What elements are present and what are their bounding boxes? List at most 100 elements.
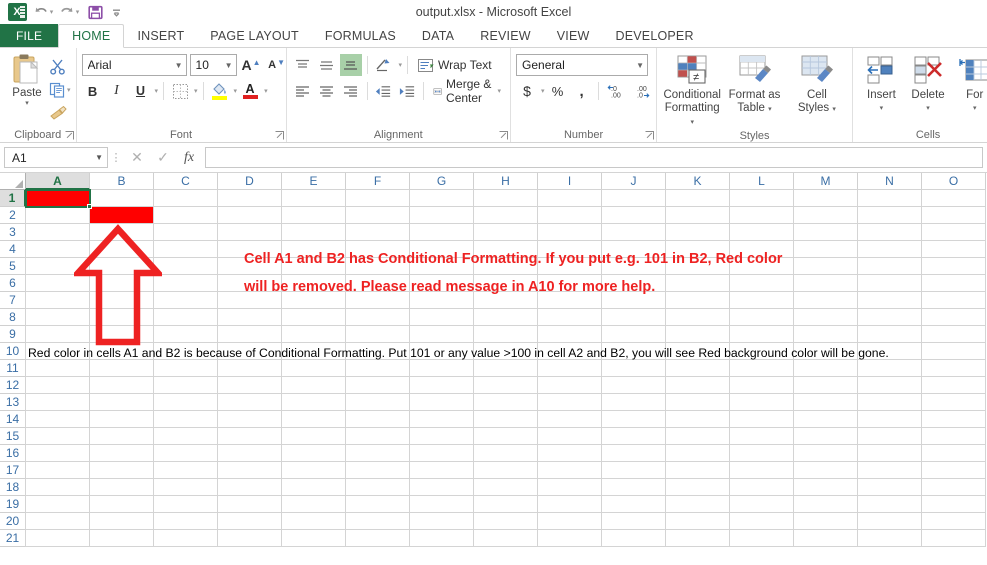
format-cells-button[interactable]: For ▾ xyxy=(951,51,987,115)
column-header-m[interactable]: M xyxy=(794,173,858,190)
fill-color-button[interactable] xyxy=(209,80,231,102)
font-dialog-launcher[interactable] xyxy=(275,131,284,140)
merge-center-caret-icon[interactable]: ▾ xyxy=(498,87,502,95)
tab-view[interactable]: VIEW xyxy=(544,24,603,47)
orientation-button[interactable] xyxy=(373,54,396,76)
alignment-dialog-launcher[interactable] xyxy=(499,131,509,140)
name-box-caret-icon[interactable]: ▼ xyxy=(95,153,103,162)
column-header-a[interactable]: A xyxy=(26,173,90,190)
row-header-11[interactable]: 11 xyxy=(0,360,26,377)
orientation-caret-icon[interactable]: ▾ xyxy=(399,61,403,69)
decrease-font-size-button[interactable]: A ▼ xyxy=(266,54,288,76)
row-header-4[interactable]: 4 xyxy=(0,241,26,258)
row-header-21[interactable]: 21 xyxy=(0,530,26,547)
delete-cells-button[interactable]: Delete ▾ xyxy=(905,51,952,115)
undo-icon[interactable]: ▾ xyxy=(30,1,56,23)
font-color-caret-icon[interactable]: ▾ xyxy=(264,87,268,95)
row-header-18[interactable]: 18 xyxy=(0,479,26,496)
accounting-format-button[interactable]: $ xyxy=(516,80,538,102)
row-header-14[interactable]: 14 xyxy=(0,411,26,428)
row-header-9[interactable]: 9 xyxy=(0,326,26,343)
row-header-6[interactable]: 6 xyxy=(0,275,26,292)
decrease-indent-button[interactable] xyxy=(372,80,394,102)
borders-caret-icon[interactable]: ▾ xyxy=(194,87,198,95)
copy-caret-icon[interactable]: ▾ xyxy=(67,86,71,94)
format-cells-caret-icon[interactable]: ▾ xyxy=(973,102,977,115)
merge-center-button[interactable]: Merge & Center ▾ xyxy=(429,77,505,105)
column-header-l[interactable]: L xyxy=(730,173,794,190)
tab-data[interactable]: DATA xyxy=(409,24,467,47)
clipboard-dialog-launcher[interactable] xyxy=(65,131,74,140)
row-header-16[interactable]: 16 xyxy=(0,445,26,462)
font-color-button[interactable]: A xyxy=(239,80,261,102)
tab-formulas[interactable]: FORMULAS xyxy=(312,24,409,47)
column-header-d[interactable]: D xyxy=(218,173,282,190)
format-painter-button[interactable] xyxy=(49,102,71,123)
align-bottom-button[interactable] xyxy=(339,54,362,76)
undo-caret-icon[interactable]: ▾ xyxy=(50,8,54,16)
redo-caret-icon[interactable]: ▾ xyxy=(76,8,80,16)
column-header-k[interactable]: K xyxy=(666,173,730,190)
underline-caret-icon[interactable]: ▾ xyxy=(155,87,159,95)
cell-b2-fill[interactable] xyxy=(90,207,153,223)
select-all-button[interactable] xyxy=(0,173,26,190)
conditional-formatting-button[interactable]: ≠ Conditional Formatting ▾ xyxy=(662,51,722,129)
italic-button[interactable]: I xyxy=(106,80,128,102)
increase-font-size-button[interactable]: A ▲ xyxy=(240,54,263,76)
number-dialog-launcher[interactable] xyxy=(645,131,655,140)
bold-button[interactable]: B xyxy=(82,80,104,102)
borders-button[interactable] xyxy=(169,80,191,102)
copy-button[interactable]: ▾ xyxy=(49,79,71,100)
column-header-c[interactable]: C xyxy=(154,173,218,190)
number-format-caret-icon[interactable]: ▼ xyxy=(636,61,644,70)
fill-handle[interactable] xyxy=(87,204,92,209)
font-size-caret-icon[interactable]: ▼ xyxy=(225,61,233,70)
align-right-button[interactable] xyxy=(340,80,362,102)
row-header-10[interactable]: 10 xyxy=(0,343,26,360)
column-header-i[interactable]: I xyxy=(538,173,602,190)
cell-styles-caret-icon[interactable]: ▾ xyxy=(832,106,836,113)
row-header-19[interactable]: 19 xyxy=(0,496,26,513)
cell-a10-text[interactable]: Red color in cells A1 and B2 is because … xyxy=(28,345,889,361)
row-header-12[interactable]: 12 xyxy=(0,377,26,394)
paste-button[interactable]: Paste ▾ xyxy=(5,53,49,107)
increase-decimal-button[interactable]: .0 .00 xyxy=(604,80,630,102)
cell-styles-button[interactable]: Cell Styles ▾ xyxy=(787,51,847,116)
align-middle-button[interactable] xyxy=(316,54,338,76)
tab-review[interactable]: REVIEW xyxy=(467,24,544,47)
insert-cells-button[interactable]: Insert ▾ xyxy=(858,51,905,115)
format-as-table-button[interactable]: Format as Table ▾ xyxy=(724,51,784,116)
font-name-caret-icon[interactable]: ▼ xyxy=(175,61,183,70)
font-size-input[interactable]: 10 ▼ xyxy=(189,54,237,76)
column-header-f[interactable]: F xyxy=(346,173,410,190)
decrease-decimal-button[interactable]: .00 .0 xyxy=(632,80,658,102)
tab-home[interactable]: HOME xyxy=(58,24,125,48)
cell-a1-fill[interactable] xyxy=(26,190,89,206)
delete-cells-caret-icon[interactable]: ▾ xyxy=(926,102,930,115)
formula-input[interactable] xyxy=(205,147,983,168)
tab-developer[interactable]: DEVELOPER xyxy=(602,24,706,47)
row-header-17[interactable]: 17 xyxy=(0,462,26,479)
tab-insert[interactable]: INSERT xyxy=(124,24,197,47)
comma-format-button[interactable]: , xyxy=(571,80,593,102)
column-header-b[interactable]: B xyxy=(90,173,154,190)
name-box[interactable]: A1 ▼ xyxy=(4,147,108,168)
accounting-caret-icon[interactable]: ▾ xyxy=(541,87,545,95)
row-header-15[interactable]: 15 xyxy=(0,428,26,445)
row-header-8[interactable]: 8 xyxy=(0,309,26,326)
tab-page-layout[interactable]: PAGE LAYOUT xyxy=(197,24,312,47)
column-header-h[interactable]: H xyxy=(474,173,538,190)
row-header-13[interactable]: 13 xyxy=(0,394,26,411)
row-header-20[interactable]: 20 xyxy=(0,513,26,530)
enter-formula-icon[interactable]: ✓ xyxy=(150,147,176,168)
cancel-formula-icon[interactable]: ✕ xyxy=(124,147,150,168)
percent-format-button[interactable]: % xyxy=(547,80,569,102)
row-header-2[interactable]: 2 xyxy=(0,207,26,224)
redo-icon[interactable]: ▾ xyxy=(56,1,82,23)
cell-area[interactable]: Cell A1 and B2 has Conditional Formattin… xyxy=(25,189,987,550)
customize-qat-icon[interactable] xyxy=(108,1,124,23)
align-center-button[interactable] xyxy=(316,80,338,102)
column-header-g[interactable]: G xyxy=(410,173,474,190)
number-format-select[interactable]: General ▼ xyxy=(516,54,649,76)
row-header-1[interactable]: 1 xyxy=(0,190,26,207)
